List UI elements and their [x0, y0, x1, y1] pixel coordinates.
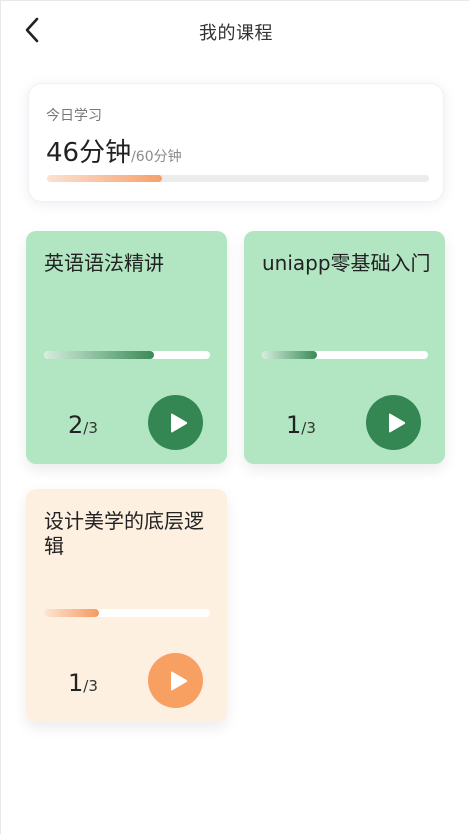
header-bar: 我的课程 — [1, 1, 470, 61]
course-card[interactable]: uniapp零基础入门 1/3 — [244, 231, 445, 464]
play-button[interactable] — [148, 395, 203, 450]
course-card[interactable]: 英语语法精讲 2/3 — [26, 231, 227, 464]
today-study-card: 今日学习 46分钟 /60分钟 — [28, 83, 444, 202]
course-progress-fill — [262, 351, 317, 359]
lessons-done: 1 — [286, 411, 302, 439]
lessons-done: 1 — [68, 669, 84, 697]
play-icon — [389, 413, 406, 433]
play-button[interactable] — [148, 653, 203, 708]
play-button[interactable] — [366, 395, 421, 450]
course-progress-fill — [44, 609, 99, 617]
today-progress-bar — [47, 175, 429, 182]
today-study-value: 46分钟 /60分钟 — [46, 132, 182, 169]
lessons-total: 3 — [88, 677, 98, 695]
play-icon — [171, 413, 188, 433]
course-card[interactable]: 设计美学的底层逻辑 1/3 — [26, 489, 227, 722]
course-progress-bar — [44, 351, 210, 359]
course-title: 设计美学的底层逻辑 — [44, 509, 204, 558]
course-progress-bar — [262, 351, 428, 359]
course-title: uniapp零基础入门 — [262, 251, 431, 275]
page-title: 我的课程 — [199, 23, 273, 44]
today-minutes: 46分钟 — [46, 138, 132, 168]
play-icon — [171, 671, 188, 691]
today-study-label: 今日学习 — [46, 108, 102, 124]
course-lesson-count: 1/3 — [68, 669, 98, 697]
course-title: 英语语法精讲 — [44, 251, 164, 275]
course-progress-fill — [44, 351, 154, 359]
today-goal: /60分钟 — [131, 149, 182, 165]
lessons-done: 2 — [68, 411, 84, 439]
phone-frame: 我的课程 今日学习 46分钟 /60分钟 英语语法精讲 2/3 uniapp零基… — [0, 0, 469, 834]
lessons-total: 3 — [306, 419, 316, 437]
course-progress-bar — [44, 609, 210, 617]
lessons-total: 3 — [88, 419, 98, 437]
today-progress-fill — [47, 175, 162, 182]
course-lesson-count: 1/3 — [286, 411, 316, 439]
course-lesson-count: 2/3 — [68, 411, 98, 439]
